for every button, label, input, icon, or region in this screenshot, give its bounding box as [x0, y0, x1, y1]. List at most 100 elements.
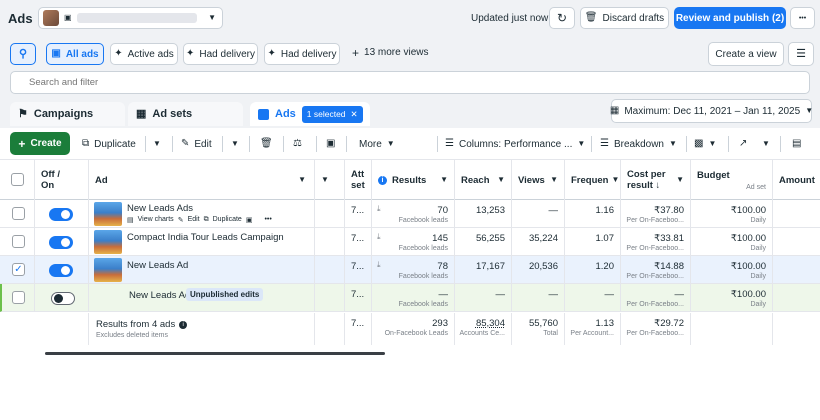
tab-adsets[interactable]: ▦ Ad sets	[128, 102, 243, 126]
header-cost-per-result[interactable]: Cost per result ↓ ▼	[621, 160, 691, 200]
delivery-toggle[interactable]	[49, 208, 73, 221]
table-row-draft[interactable]: New Leads Ad Unpublished edits 7... — Fa…	[0, 284, 820, 312]
header-attribution[interactable]: Att set	[345, 160, 372, 200]
account-selector[interactable]: ▣ ▼	[38, 7, 223, 29]
header-amount[interactable]: Amount	[773, 160, 820, 200]
row-checkbox[interactable]	[12, 291, 25, 304]
header-views[interactable]: Views ▼	[512, 160, 565, 200]
ad-name-link[interactable]: Compact India Tour Leads Campaign	[127, 232, 284, 243]
review-publish-button[interactable]: Review and publish (2)	[674, 7, 786, 29]
summary-reach[interactable]: 85,304	[476, 318, 505, 329]
edit-menu-button[interactable]: ▼	[231, 133, 239, 155]
row-checkbox[interactable]	[12, 235, 25, 248]
ad-thumbnail	[94, 258, 122, 282]
search-toggle-button[interactable]: ⚲	[10, 43, 36, 65]
chart-toggle-button[interactable]: ▤	[792, 133, 801, 155]
more-icon[interactable]: •••	[264, 216, 271, 224]
discard-drafts-button[interactable]: 🗑 Discard drafts	[580, 7, 669, 29]
cpr-value: ₹37.80	[654, 205, 684, 216]
more-views-button[interactable]: + 13 more views	[352, 47, 428, 59]
view-settings-button[interactable]: ☰	[788, 42, 814, 66]
refresh-button[interactable]: ↻	[549, 7, 575, 29]
table-row[interactable]: New Leads Ads ▤ View charts ✎ Edit ⧉ Dup…	[0, 200, 820, 228]
row-checkbox[interactable]	[12, 207, 25, 220]
row-cpr-cell: ₹37.80 Per On-Faceboo...	[621, 200, 691, 228]
delete-button[interactable]: 🗑	[260, 133, 273, 155]
pin-icon[interactable]: ▣	[246, 216, 253, 224]
cpr-sub: Per On-Faceboo...	[626, 217, 684, 224]
horizontal-scrollbar[interactable]	[45, 352, 385, 355]
edit-button[interactable]: ✎ Edit	[181, 133, 212, 155]
ad-name-link[interactable]: New Leads Ads	[127, 203, 193, 214]
view-had-delivery-1[interactable]: ✦ Had delivery	[183, 43, 258, 65]
header-budget[interactable]: Budget Ad set	[691, 160, 773, 200]
header-offon[interactable]: Off / On	[35, 160, 89, 200]
header-spacer[interactable]: ▼	[315, 160, 345, 200]
sliders-icon: ☰	[796, 47, 806, 60]
duplicate-link[interactable]: Duplicate	[213, 216, 242, 224]
table-row[interactable]: Compact India Tour Leads Campaign 7... ⤓…	[0, 228, 820, 256]
views-value: 35,224	[528, 233, 558, 244]
row-budget-cell: ₹100.00 Daily	[691, 228, 773, 256]
bolt-icon: ✦	[114, 48, 123, 59]
date-range-picker[interactable]: ▦ Maximum: Dec 11, 2021 – Jan 11, 2025 ▼	[609, 99, 813, 123]
view-charts-link[interactable]: View charts	[138, 216, 174, 224]
export-menu-button[interactable]: ▼	[762, 133, 770, 155]
ad-name-link[interactable]: New Leads Ad	[129, 290, 190, 301]
export-icon: ↗	[739, 138, 748, 149]
columns-button[interactable]: ☰ Columns: Performance ... ▼	[445, 133, 585, 155]
ad-name-link[interactable]: New Leads Ad	[127, 260, 188, 271]
close-icon[interactable]: ✕	[351, 109, 358, 120]
tab-ads[interactable]: Ads 1 selected ✕	[250, 102, 370, 126]
reports-button[interactable]: ▩ ▼	[694, 133, 716, 155]
edit-link[interactable]: Edit	[188, 216, 200, 224]
ab-test-button[interactable]: ⚖	[293, 133, 302, 155]
create-view-button[interactable]: Create a view	[708, 42, 784, 66]
search-input[interactable]	[11, 72, 809, 93]
more-options-button[interactable]: •••	[790, 7, 815, 29]
chevron-down-icon: ▼	[676, 175, 684, 184]
budget-value: ₹100.00	[730, 205, 766, 216]
row-reach-cell: 56,255	[455, 228, 512, 256]
duplicate-button[interactable]: ⧉ Duplicate	[82, 133, 136, 155]
selection-pill[interactable]: 1 selected ✕	[301, 105, 363, 123]
header-freq-label: Frequen	[571, 174, 609, 186]
results-value: 145	[432, 233, 448, 244]
header-frequency[interactable]: Frequen ▼	[565, 160, 621, 200]
duplicate-menu-button[interactable]: ▼	[153, 133, 161, 155]
header-reach[interactable]: Reach ▼	[455, 160, 512, 200]
save-button[interactable]: ▣	[326, 133, 335, 155]
header-ad[interactable]: Ad ▼	[89, 160, 315, 200]
summary-att-cell: 7...	[345, 313, 372, 345]
search-bar[interactable]	[10, 71, 810, 94]
freq-value: 1.16	[595, 205, 615, 216]
calendar-icon: ▦	[609, 105, 620, 116]
view-had-delivery-2[interactable]: ✦ Had delivery	[264, 43, 340, 65]
results-value: —	[438, 289, 449, 300]
columns-label: Columns: Performance ...	[458, 138, 573, 150]
summary-results-sub: On-Facebook Leads	[384, 330, 448, 337]
trash-icon: 🗑	[260, 138, 273, 149]
summary-freq: 1.13	[595, 318, 615, 329]
export-button[interactable]: ↗	[739, 133, 747, 155]
tab-campaigns[interactable]: ⚑ Campaigns	[10, 102, 125, 126]
create-button[interactable]: + Create	[10, 132, 70, 155]
select-all-checkbox[interactable]	[11, 173, 24, 186]
delivery-toggle-off[interactable]	[51, 292, 75, 305]
row-views-cell: —	[512, 200, 565, 228]
freq-value: 1.20	[595, 261, 615, 272]
breakdown-button[interactable]: ☰ Breakdown ▼	[600, 133, 677, 155]
summary-views-cell: 55,760 Total	[512, 313, 565, 345]
unpublished-badge: Unpublished edits	[186, 288, 264, 301]
delivery-toggle[interactable]	[49, 236, 73, 249]
more-actions-button[interactable]: More ▼	[359, 133, 395, 155]
view-active-ads[interactable]: ✦ Active ads	[110, 43, 178, 65]
summary-freq-sub: Per Account...	[570, 330, 614, 337]
table-row-selected[interactable]: ✓ New Leads Ad 7... ⤓ 78 Facebook leads …	[0, 256, 820, 284]
header-results[interactable]: i Results ▼	[372, 160, 455, 200]
view-all-ads[interactable]: ▣ All ads	[46, 43, 104, 65]
delivery-toggle[interactable]	[49, 264, 73, 277]
budget-value: ₹100.00	[730, 289, 766, 300]
budget-sub: Daily	[750, 245, 766, 252]
row-checkbox-checked[interactable]: ✓	[12, 263, 25, 276]
